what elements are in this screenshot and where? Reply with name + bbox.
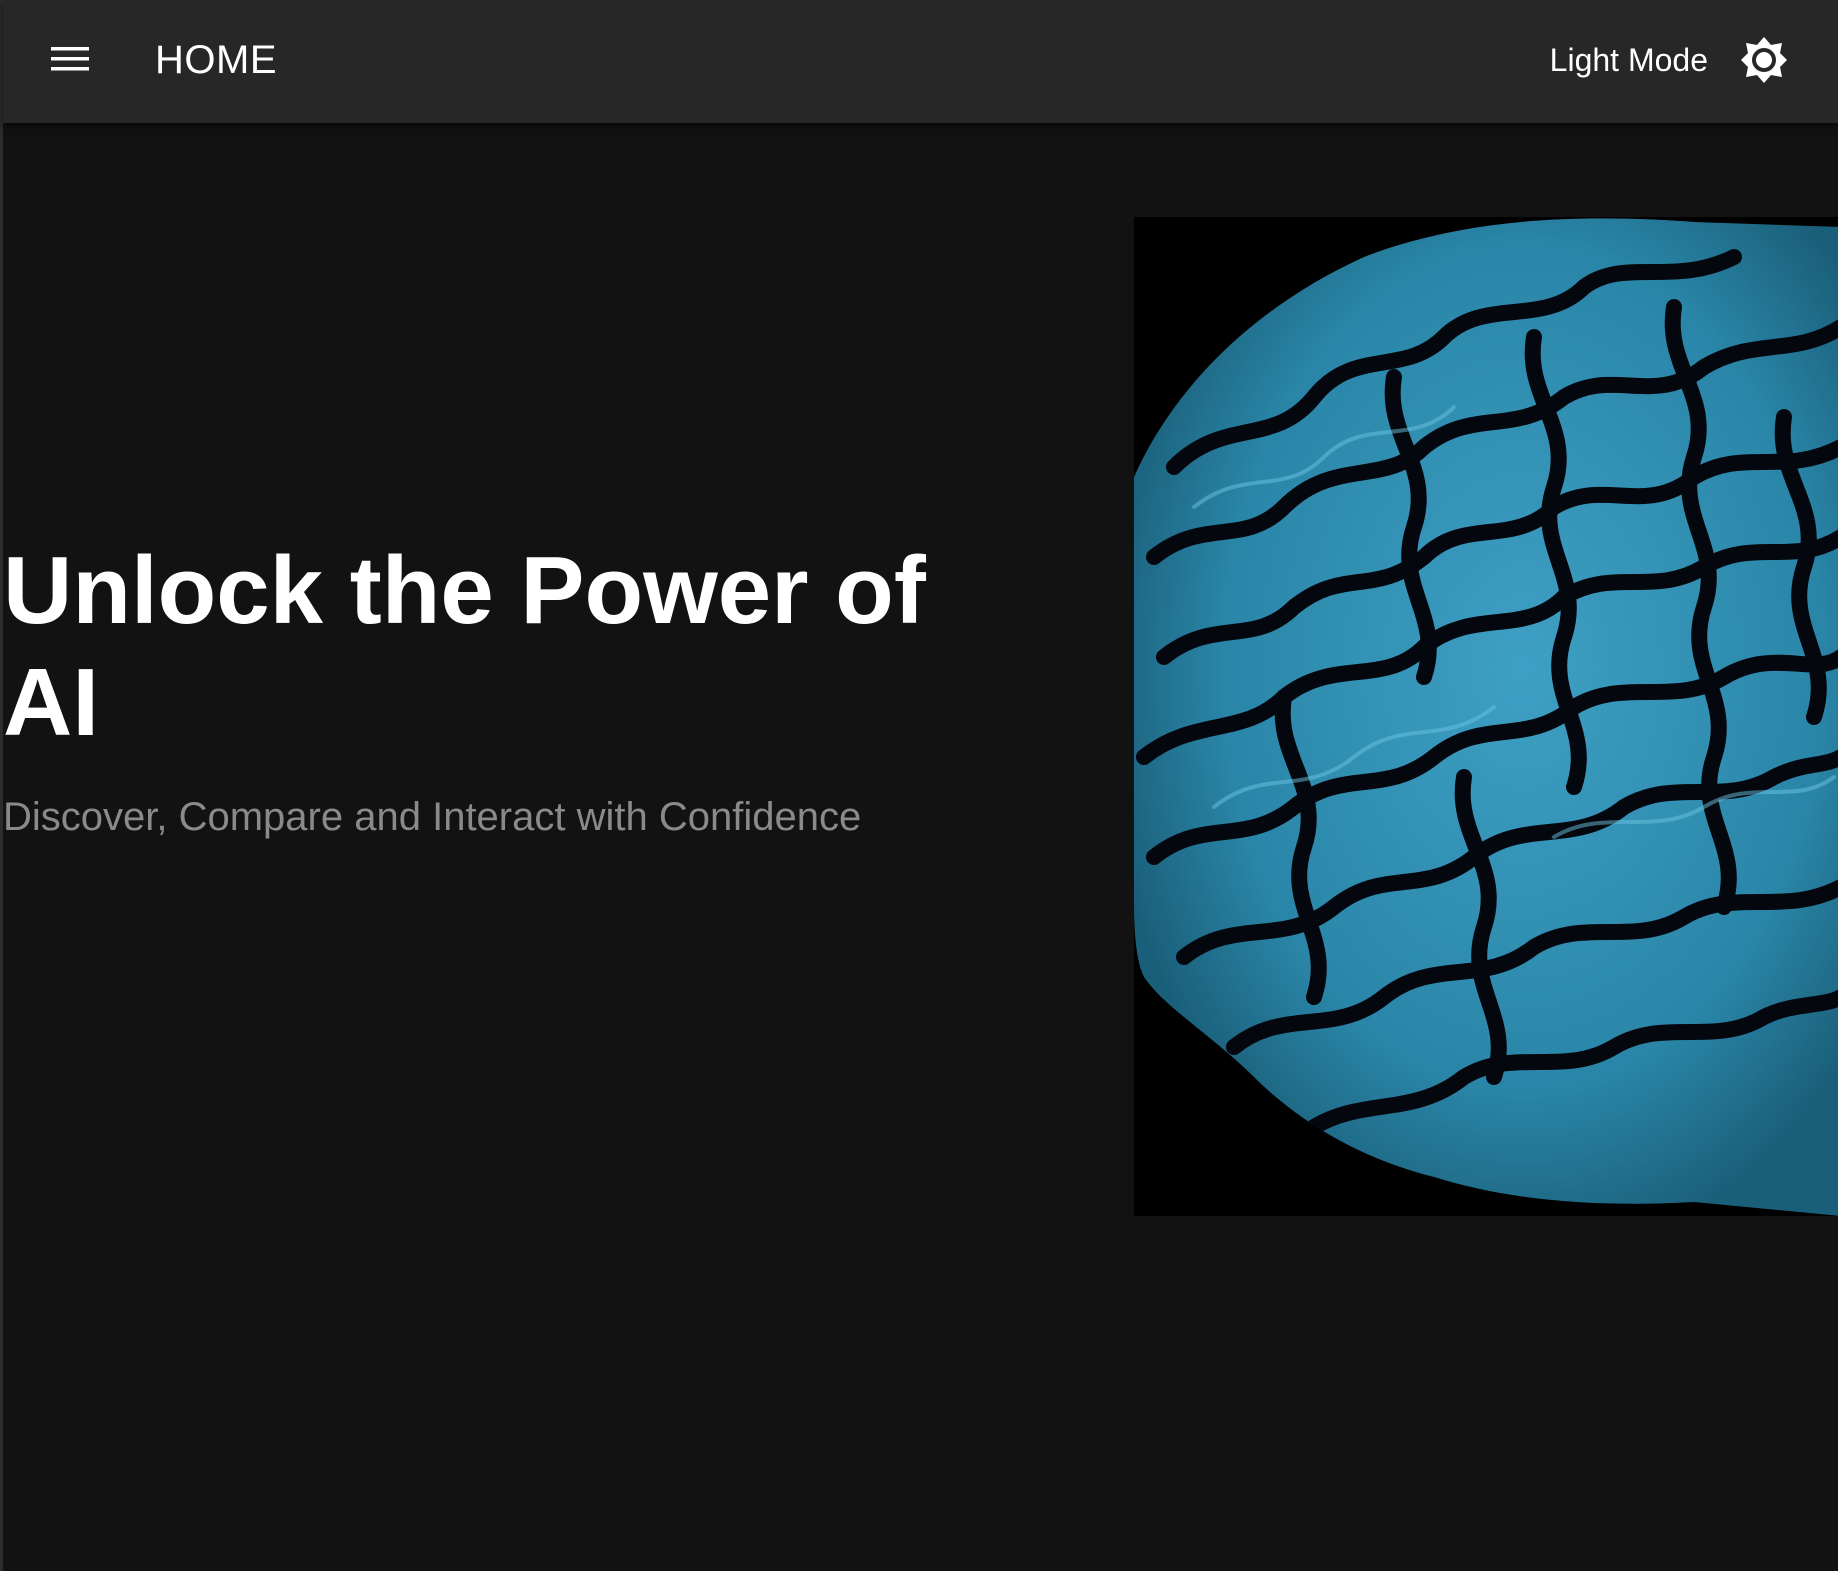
theme-toggle-label: Light Mode: [1549, 41, 1708, 78]
hero-subtitle: Discover, Compare and Interact with Conf…: [3, 795, 862, 839]
hero-section: Unlock the Power of AI Discover, Compare…: [3, 535, 1003, 841]
page: HOME Light Mode Unlock the Power of AI D…: [0, 0, 1838, 1571]
menu-button[interactable]: [43, 33, 99, 89]
app-bar: HOME Light Mode: [3, 0, 1838, 123]
brain-illustration: [1134, 218, 1838, 1216]
brain-image: [1134, 217, 1838, 1216]
hero-heading: Unlock the Power of AI: [3, 537, 926, 756]
theme-toggle-button[interactable]: Light Mode: [1550, 30, 1790, 90]
brightness-icon: [1738, 34, 1790, 86]
page-title: HOME: [155, 38, 277, 82]
menu-icon: [51, 45, 91, 78]
